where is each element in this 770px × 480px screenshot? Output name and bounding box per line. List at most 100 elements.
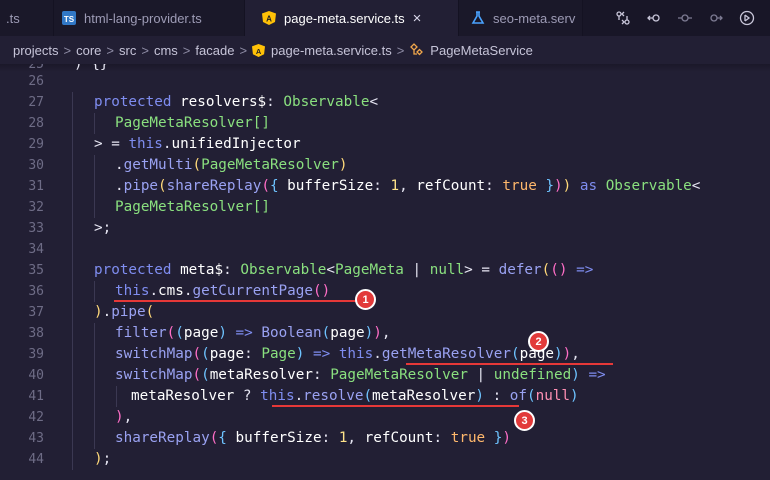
annotation-underline bbox=[406, 363, 613, 365]
breadcrumb-separator: > bbox=[396, 42, 405, 58]
code-line: 44 ); bbox=[0, 449, 770, 470]
code-text: .pipe(shareReplay({ bufferSize: 1, refCo… bbox=[115, 178, 701, 194]
indent-guide bbox=[72, 386, 73, 407]
line-number: 29 bbox=[28, 137, 44, 152]
typescript-icon: TS bbox=[62, 11, 76, 25]
breadcrumb-separator: > bbox=[141, 42, 149, 58]
code-line: 39 switchMap((page: Page) => this.getMet… bbox=[0, 344, 770, 365]
indent-guide bbox=[72, 134, 73, 155]
tab-page-meta-service[interactable]: A page-meta.service.ts × bbox=[245, 0, 459, 36]
code-text: >; bbox=[94, 220, 112, 236]
close-icon[interactable]: × bbox=[413, 10, 422, 27]
tab-label: page-meta.service.ts bbox=[284, 10, 405, 26]
code-text: switchMap((page: Page) => this.getMetaRe… bbox=[115, 346, 580, 362]
line-number: 35 bbox=[28, 263, 44, 278]
code-text: > = this.unifiedInjector bbox=[94, 136, 301, 152]
annotation-underline bbox=[272, 405, 519, 407]
code-line: 37 ).pipe( bbox=[0, 302, 770, 323]
indent-guide bbox=[72, 281, 73, 302]
tab-html-lang-provider[interactable]: TS html-lang-provider.ts bbox=[54, 0, 245, 36]
go-forward-icon[interactable] bbox=[700, 0, 731, 36]
indent-guide bbox=[72, 449, 73, 470]
code-text: ), bbox=[115, 409, 133, 425]
breadcrumb-separator: > bbox=[63, 42, 72, 58]
code-text: protected resolvers$: Observable< bbox=[94, 94, 379, 110]
code-text: filter((page) => Boolean(page)), bbox=[115, 325, 391, 341]
svg-text:A: A bbox=[256, 46, 262, 55]
code-line: 35 protected meta$: Observable<PageMeta … bbox=[0, 260, 770, 281]
indent-guide bbox=[94, 197, 95, 218]
indent-guide bbox=[116, 386, 117, 407]
code-text: switchMap((metaResolver: PageMetaResolve… bbox=[115, 367, 606, 383]
breadcrumb-separator: > bbox=[239, 42, 248, 58]
line-number: 30 bbox=[28, 158, 44, 173]
indent-guide bbox=[72, 323, 73, 344]
indent-guide bbox=[94, 323, 95, 344]
indent-guide bbox=[72, 344, 73, 365]
line-number: 32 bbox=[28, 200, 44, 215]
line-number: 43 bbox=[28, 431, 44, 446]
code-editor[interactable]: 25 ) {} 26 27 protected resolvers$: Obse… bbox=[0, 64, 770, 480]
indent-guide bbox=[72, 407, 73, 428]
line-number: 33 bbox=[28, 221, 44, 236]
code-line: 33 >; bbox=[0, 218, 770, 239]
indent-guide bbox=[94, 344, 95, 365]
breadcrumb-item-projects[interactable]: projects bbox=[13, 43, 59, 58]
code-line: 34 bbox=[0, 239, 770, 260]
code-text: this.cms.getCurrentPage() bbox=[115, 283, 331, 299]
open-changes-icon[interactable] bbox=[731, 0, 762, 36]
indent-guide bbox=[72, 197, 73, 218]
indent-guide bbox=[94, 155, 95, 176]
indent-guide bbox=[72, 113, 73, 134]
code-line: 41 metaResolver ? this.resolve(metaResol… bbox=[0, 386, 770, 407]
code-text: protected meta$: Observable<PageMeta | n… bbox=[94, 262, 594, 278]
tab-seo-meta-service[interactable]: seo-meta.serv bbox=[459, 0, 583, 36]
indent-guide bbox=[72, 302, 73, 323]
indent-guide bbox=[72, 428, 73, 449]
line-number: 37 bbox=[28, 305, 44, 320]
indent-guide bbox=[72, 218, 73, 239]
code-line: 29 > = this.unifiedInjector bbox=[0, 134, 770, 155]
editor-tab-bar: .ts TS html-lang-provider.ts A page-meta… bbox=[0, 0, 770, 36]
indent-guide bbox=[94, 407, 95, 428]
breadcrumb-item-file[interactable]: page-meta.service.ts bbox=[271, 43, 392, 58]
git-compare-icon[interactable] bbox=[607, 0, 638, 36]
code-text: PageMetaResolver[] bbox=[115, 199, 270, 215]
code-line: 30 .getMulti(PageMetaResolver) bbox=[0, 155, 770, 176]
class-symbol-icon bbox=[409, 43, 424, 57]
indent-guide bbox=[72, 92, 73, 113]
breadcrumb-item-cms[interactable]: cms bbox=[154, 43, 178, 58]
tab-partial-ts[interactable]: .ts bbox=[0, 0, 54, 36]
code-line: 31 .pipe(shareReplay({ bufferSize: 1, re… bbox=[0, 176, 770, 197]
line-number: 31 bbox=[28, 179, 44, 194]
breadcrumb-item-class[interactable]: PageMetaService bbox=[430, 43, 533, 58]
breadcrumb-item-facade[interactable]: facade bbox=[195, 43, 234, 58]
code-line: 26 bbox=[0, 71, 770, 92]
code-text: ).pipe( bbox=[94, 304, 155, 320]
commit-dot-icon[interactable] bbox=[669, 0, 700, 36]
angular-icon: A bbox=[262, 11, 276, 25]
indent-guide bbox=[94, 386, 95, 407]
go-back-icon[interactable] bbox=[638, 0, 669, 36]
line-number: 27 bbox=[28, 95, 44, 110]
angular-icon: A bbox=[252, 43, 266, 57]
code-line: 27 protected resolvers$: Observable< bbox=[0, 92, 770, 113]
annotation-marker-3: 3 bbox=[514, 410, 535, 431]
code-text: PageMetaResolver[] bbox=[115, 115, 270, 131]
line-number: 34 bbox=[28, 242, 44, 257]
tab-label: seo-meta.serv bbox=[493, 10, 576, 26]
line-number: 26 bbox=[28, 74, 44, 89]
code-line: 40 switchMap((metaResolver: PageMetaReso… bbox=[0, 365, 770, 386]
code-line: 32 PageMetaResolver[] bbox=[0, 197, 770, 218]
svg-text:A: A bbox=[266, 15, 272, 24]
indent-guide bbox=[72, 155, 73, 176]
breadcrumb-item-src[interactable]: src bbox=[119, 43, 136, 58]
line-number: 38 bbox=[28, 326, 44, 341]
indent-guide bbox=[72, 176, 73, 197]
annotation-underline bbox=[114, 300, 372, 302]
editor-actions bbox=[607, 0, 770, 36]
breadcrumb-item-core[interactable]: core bbox=[76, 43, 101, 58]
svg-text:TS: TS bbox=[64, 15, 75, 24]
annotation-marker-2: 2 bbox=[528, 331, 549, 352]
indent-guide bbox=[94, 428, 95, 449]
